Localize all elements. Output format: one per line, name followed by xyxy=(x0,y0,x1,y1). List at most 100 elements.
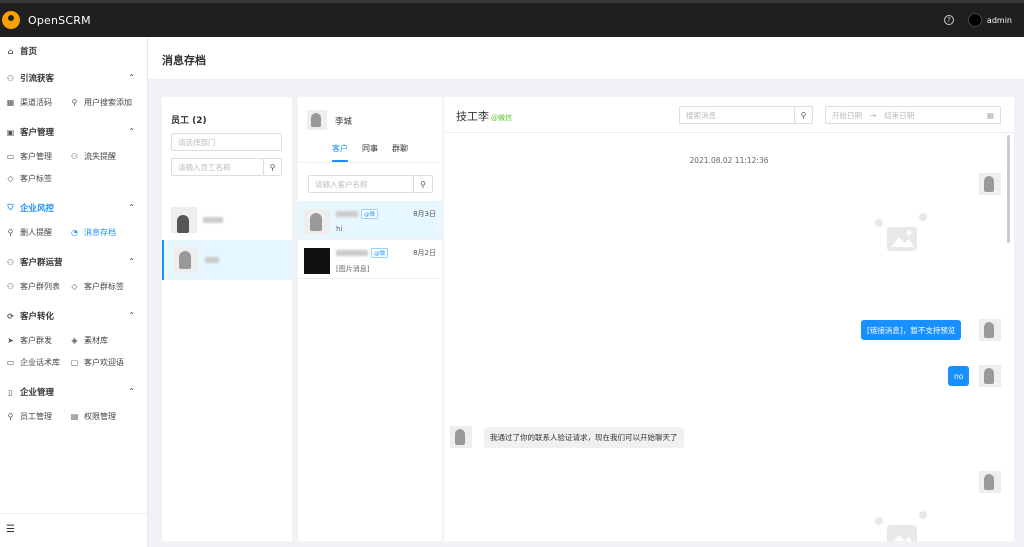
building-icon: ▯ xyxy=(8,387,13,397)
sidebar: ⌂ 首页 ⚇ 引流获客 ⌃ ▦ 渠道活码 ⚲ 用户搜索添加 ▣ 客户管理 ⌃ ▭ 客户… xyxy=(0,37,148,547)
sidebar-item-message-archive[interactable]: ◔ 消息存档 xyxy=(70,227,134,238)
sidebar-group-conversion[interactable]: ⟳ 客户转化 ⌃ xyxy=(0,303,147,329)
team-icon: ⚇ xyxy=(6,281,15,291)
tag-icon: ◇ xyxy=(7,173,14,183)
question-circle-icon[interactable]: ? xyxy=(943,15,954,25)
sidebar-item-mass-send[interactable]: ➤ 客户群发 xyxy=(6,335,70,346)
wechat-tag: @微信 xyxy=(491,114,512,122)
shield-icon: ⛉ xyxy=(7,203,14,212)
brand-name: OpenSCRM xyxy=(28,13,91,27)
chat-panel: 技工李 @微信 搜索消息 ⚲ 开始日期 → 结束日期 ▦ 2021.08.02 1… xyxy=(444,97,1014,541)
page-title: 消息存档 xyxy=(162,54,206,67)
sidebar-group-risk-control[interactable]: ⛉ 企业风控 ⌃ xyxy=(0,195,147,221)
chevron-up-icon: ⌃ xyxy=(128,73,135,82)
tab-colleagues[interactable]: 同事 xyxy=(362,143,378,162)
employee-panel: 员工 (2) 请选择部门 请输入员工名称 ⚲ xyxy=(162,97,292,541)
sidebar-item-permissions[interactable]: ▤ 权限管理 xyxy=(70,411,134,422)
avatar xyxy=(304,248,330,274)
avatar xyxy=(173,247,199,273)
employee-search-input[interactable]: 请输入员工名称 xyxy=(171,158,264,176)
qrcode-icon: ▦ xyxy=(6,97,15,107)
chevron-up-icon: ⌃ xyxy=(128,387,135,396)
avatar xyxy=(979,319,1001,341)
chat-date: 8月2日 xyxy=(413,249,436,257)
employee-item-selected[interactable] xyxy=(162,240,292,280)
sidebar-item-customers[interactable]: ▭ 客户管理 xyxy=(6,151,70,162)
employee-item[interactable] xyxy=(162,200,292,240)
wechat-badge: @微 xyxy=(361,209,379,219)
sidebar-item-delete-alert[interactable]: ⚲ 删人提醒 xyxy=(6,227,70,238)
blurred-name xyxy=(205,257,219,263)
user-icon: ⚲ xyxy=(7,411,14,421)
user-avatar[interactable] xyxy=(967,13,982,27)
message-icon: ▭ xyxy=(6,357,15,367)
search-icon[interactable]: ⚲ xyxy=(794,106,813,124)
chat-preview: hi xyxy=(336,225,343,233)
scrollbar[interactable] xyxy=(1007,135,1010,243)
list-item[interactable]: @微 8月3日 hi xyxy=(298,201,442,240)
user-icon: ⚲ xyxy=(71,97,78,107)
blurred-name xyxy=(336,250,368,256)
sidebar-item-group-list[interactable]: ⚇ 客户群列表 xyxy=(6,281,70,292)
chevron-up-icon: ⌃ xyxy=(128,311,135,320)
sidebar-group-customer-mgmt[interactable]: ▣ 客户管理 ⌃ xyxy=(0,119,147,145)
calendar-icon: ▦ xyxy=(986,110,994,120)
team-icon: ⚇ xyxy=(6,257,15,267)
sidebar-item-user-search[interactable]: ⚲ 用户搜索添加 xyxy=(70,97,134,108)
user-name[interactable]: admin xyxy=(987,16,1012,25)
user-icon: ⚲ xyxy=(7,227,14,237)
tab-customers[interactable]: 客户 xyxy=(332,143,348,162)
avatar xyxy=(171,207,197,233)
employee-count-title: 员工 (2) xyxy=(171,116,207,126)
comment-icon: ▢ xyxy=(70,357,79,367)
search-icon[interactable]: ⚲ xyxy=(413,175,433,193)
list-item[interactable]: @微 8月2日 [图片消息] xyxy=(298,240,442,279)
page-header: 消息存档 xyxy=(148,37,1024,80)
home-icon: ⌂ xyxy=(7,46,14,56)
sidebar-group-enterprise[interactable]: ▯ 企业管理 ⌃ xyxy=(0,379,147,405)
blurred-name xyxy=(203,217,223,223)
sidebar-item-churn-alert[interactable]: ⚇ 流失提醒 xyxy=(70,151,134,162)
customer-panel: 李城 客户 同事 群聊 请输入客户名称 ⚲ @微 8月3日 hi @微 8月2日… xyxy=(298,97,442,541)
message-timestamp: 2021.08.02 11:12:36 xyxy=(689,156,769,165)
customer-search-input[interactable]: 请输入客户名称 xyxy=(308,175,414,193)
sidebar-group-group-ops[interactable]: ⚇ 客户群运营 ⌃ xyxy=(0,249,147,275)
tab-groups[interactable]: 群聊 xyxy=(392,143,408,162)
department-select[interactable]: 请选择部门 xyxy=(171,133,282,151)
chevron-up-icon: ⌃ xyxy=(128,203,135,212)
clock-icon: ◔ xyxy=(71,227,78,237)
avatar xyxy=(307,110,327,130)
message-search-input[interactable]: 搜索消息 xyxy=(679,106,797,124)
chat-date: 8月3日 xyxy=(413,210,436,218)
sidebar-item-materials[interactable]: ◈ 素材库 xyxy=(70,335,134,346)
send-icon: ➤ xyxy=(7,335,14,345)
selected-employee-name: 李城 xyxy=(335,117,353,127)
briefcase-icon: ▣ xyxy=(6,127,15,137)
avatar xyxy=(450,426,472,448)
layers-icon: ◈ xyxy=(71,335,78,345)
avatar xyxy=(979,173,1001,195)
date-range-picker[interactable]: 开始日期 → 结束日期 ▦ xyxy=(825,106,1001,124)
blurred-name xyxy=(336,211,358,217)
logo-icon xyxy=(2,11,20,29)
chat-contact-name: 技工李 @微信 xyxy=(456,110,512,123)
wechat-badge: @微 xyxy=(371,248,389,258)
arrow-right-icon: → xyxy=(870,110,877,120)
tag-icon: ◇ xyxy=(71,281,78,291)
search-icon[interactable]: ⚲ xyxy=(263,158,282,176)
sidebar-item-channel-code[interactable]: ▦ 渠道活码 xyxy=(6,97,70,108)
sidebar-item-home[interactable]: ⌂ 首页 xyxy=(0,37,147,65)
sidebar-item-welcome[interactable]: ▢ 客户欢迎语 xyxy=(70,357,134,368)
sidebar-item-customer-tags[interactable]: ◇ 客户标签 xyxy=(6,173,70,184)
sidebar-item-employees[interactable]: ⚲ 员工管理 xyxy=(6,411,70,422)
sidebar-group-acquisition[interactable]: ⚇ 引流获客 ⌃ xyxy=(0,65,147,91)
sidebar-item-group-tags[interactable]: ◇ 客户群标签 xyxy=(70,281,134,292)
sync-icon: ⟳ xyxy=(7,311,14,321)
message-bubble: [链接消息]，暂不支持预览 xyxy=(861,320,962,340)
chat-preview: [图片消息] xyxy=(336,265,370,273)
menu-fold-icon[interactable]: ☰ xyxy=(0,513,147,547)
avatar xyxy=(304,209,330,235)
message-bubble: 我通过了你的联系人验证请求，现在我们可以开始聊天了 xyxy=(484,427,684,448)
top-bar: OpenSCRM ? admin xyxy=(0,0,1024,37)
sidebar-item-scripts[interactable]: ▭ 企业话术库 xyxy=(6,357,70,368)
